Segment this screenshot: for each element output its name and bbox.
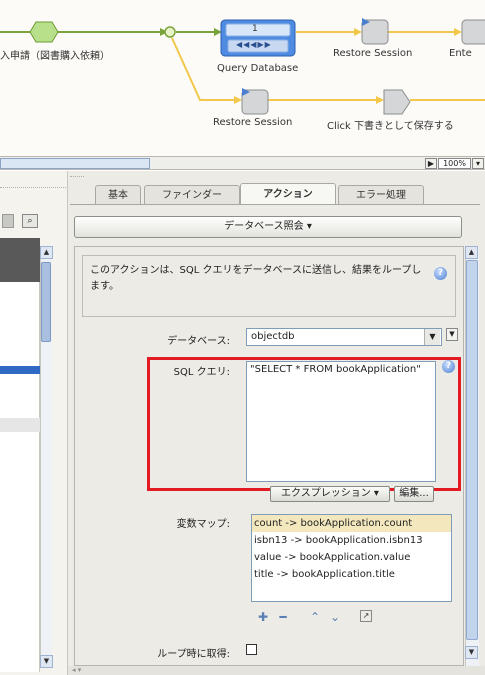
canvas-horizontal-scrollbar[interactable] xyxy=(0,158,150,169)
flow-node-label: Query Database xyxy=(217,63,299,74)
loop-fetch-label: ループ時に取得: xyxy=(157,649,230,660)
edit-mapping-icon[interactable]: ↗ xyxy=(360,610,372,622)
list-item[interactable]: isbn13 -> bookApplication.isbn13 xyxy=(252,532,451,549)
remove-icon[interactable]: ━ xyxy=(276,610,290,624)
properties-scroll-thumb[interactable] xyxy=(466,260,478,640)
tree-selected-row[interactable] xyxy=(0,366,40,374)
list-item[interactable]: title -> bookApplication.title xyxy=(252,566,451,583)
list-item[interactable]: value -> bookApplication.value xyxy=(252,549,451,566)
tab-action[interactable]: アクション xyxy=(240,183,336,205)
move-up-icon[interactable]: ⌃ xyxy=(308,610,322,624)
search-icon[interactable]: ⌕ xyxy=(22,214,38,228)
variable-map-list[interactable]: count -> bookApplication.count isbn13 ->… xyxy=(251,514,452,602)
action-type-dropdown[interactable]: データベース照会 ▾ xyxy=(74,216,462,238)
chevron-down-icon[interactable]: ▼ xyxy=(424,329,440,345)
zoom-level[interactable]: 100% xyxy=(438,158,471,169)
help-icon[interactable]: ? xyxy=(434,267,447,280)
flow-node-ente[interactable] xyxy=(461,19,485,45)
scroll-down-icon[interactable]: ▼ xyxy=(40,655,53,668)
flow-node-label: Restore Session xyxy=(213,117,293,128)
tab-error-handling[interactable]: エラー処理 xyxy=(338,185,424,205)
action-description: このアクションは、SQL クエリをデータベースに送信し、結果をループします。 xyxy=(90,265,422,292)
canvas-status-bar: ▶ 100% ▾ xyxy=(0,156,485,170)
flow-node-label: Ente xyxy=(449,48,472,59)
tree-row[interactable] xyxy=(0,418,40,432)
arrow-head-icon xyxy=(354,28,362,36)
flow-junction[interactable] xyxy=(164,26,176,38)
zoom-dropdown-icon[interactable]: ▾ xyxy=(472,158,484,169)
list-item[interactable]: count -> bookApplication.count xyxy=(252,515,451,532)
variable-map-label: 変数マップ: xyxy=(176,519,230,530)
flow-node-label: 入申請（図書購入依頼） xyxy=(0,51,110,62)
database-options-icon[interactable]: ▼ xyxy=(446,328,458,341)
add-icon[interactable]: ✚ xyxy=(256,610,270,624)
flow-node-start[interactable] xyxy=(29,21,59,43)
left-scroll-thumb[interactable] xyxy=(41,262,51,342)
panel-grip[interactable] xyxy=(0,178,66,188)
loop-fetch-checkbox[interactable] xyxy=(246,644,257,655)
arrow-head-icon xyxy=(454,28,462,36)
panel-grip[interactable] xyxy=(70,176,84,184)
arrow-head-icon xyxy=(376,96,384,104)
tab-divider xyxy=(70,204,480,205)
flow-node-label: Click 下書きとして保存する xyxy=(327,121,454,132)
document-icon[interactable] xyxy=(2,214,14,228)
left-tree-list[interactable] xyxy=(0,282,40,672)
left-panel-header xyxy=(0,238,40,282)
arrow-head-icon xyxy=(234,96,242,104)
scroll-up-icon[interactable]: ▲ xyxy=(40,246,53,259)
flow-diagram xyxy=(0,18,485,115)
panel-bottom-arrows-icon[interactable]: ◂ ▾ xyxy=(68,666,485,675)
move-down-icon[interactable]: ⌄ xyxy=(328,610,342,624)
tab-basic[interactable]: 基本 xyxy=(95,185,141,205)
edit-button[interactable]: 編集... xyxy=(394,486,434,502)
flow-canvas[interactable]: 入申請（図書購入依頼） 1 ◀◀◀▶▶ Query Database Resto… xyxy=(0,0,485,158)
flow-node-label: Restore Session xyxy=(333,48,413,59)
database-label: データベース: xyxy=(167,336,230,347)
query-badge: 1 xyxy=(252,24,258,34)
highlight-annotation xyxy=(147,357,461,491)
tab-finder[interactable]: ファインダー xyxy=(144,185,240,205)
scroll-down-icon[interactable]: ▼ xyxy=(465,646,478,659)
scroll-right-icon[interactable]: ▶ xyxy=(425,158,437,169)
query-controls-icon: ◀◀◀▶▶ xyxy=(236,40,272,49)
database-select[interactable]: objectdb xyxy=(246,328,442,346)
scroll-up-icon[interactable]: ▲ xyxy=(465,246,478,259)
flow-node-click-save-draft[interactable] xyxy=(383,89,411,115)
expression-button[interactable]: エクスプレッション ▾ xyxy=(270,486,390,502)
